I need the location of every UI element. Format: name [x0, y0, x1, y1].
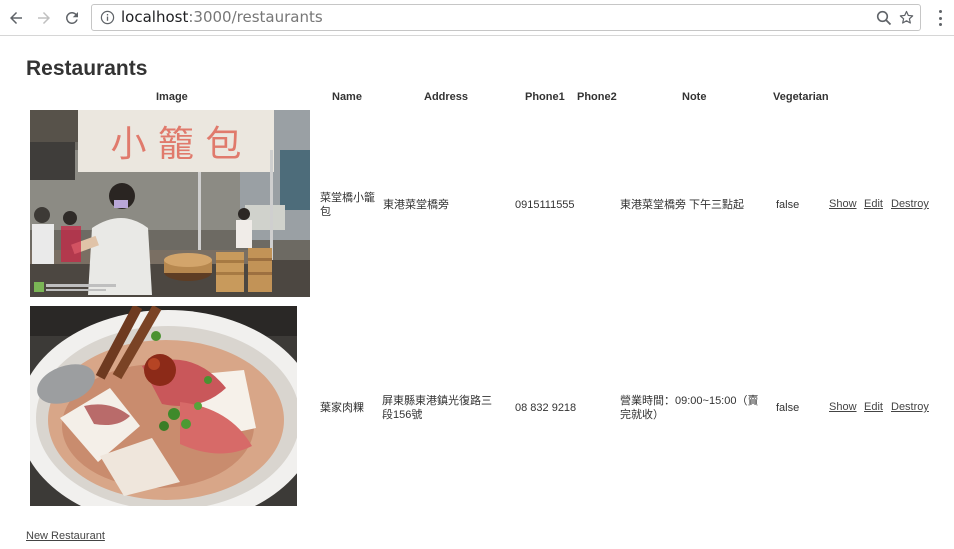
forward-button[interactable] — [33, 7, 55, 29]
row1-edit-link[interactable]: Edit — [864, 198, 883, 210]
row2-destroy-link[interactable]: Destroy — [891, 401, 929, 413]
address-bar[interactable]: localhost:3000/restaurants — [91, 4, 921, 31]
star-icon[interactable] — [898, 9, 915, 26]
row1-address: 東港菜堂橋旁 — [383, 199, 449, 211]
row2-address: 屏東縣東港鎮光復路三段156號 — [382, 395, 492, 421]
row2-name: 葉家肉粿 — [320, 402, 364, 414]
forward-arrow-icon — [38, 12, 50, 24]
browser-toolbar: localhost:3000/restaurants — [0, 0, 954, 36]
row2-edit-link[interactable]: Edit — [864, 401, 883, 413]
row1-phone1: 0915111555 — [515, 199, 575, 211]
header-image: Image — [156, 91, 188, 103]
row1-destroy-link[interactable]: Destroy — [891, 198, 929, 210]
menu-icon[interactable] — [935, 8, 945, 28]
page-title: Restaurants — [26, 57, 148, 80]
restaurant-image: 小 籠 包 — [30, 110, 310, 297]
row1-show-link[interactable]: Show — [829, 198, 857, 210]
row1-note: 東港菜堂橋旁 下午三點起 — [620, 199, 745, 211]
header-phone1: Phone1 — [525, 91, 565, 103]
info-icon[interactable] — [100, 10, 115, 25]
back-button[interactable] — [5, 7, 27, 29]
row1-vegetarian: false — [776, 199, 800, 211]
sign-text: 小 籠 包 — [111, 124, 242, 165]
zoom-icon[interactable] — [876, 10, 892, 26]
reload-button[interactable] — [61, 7, 83, 29]
header-note: Note — [682, 91, 707, 103]
header-phone2: Phone2 — [577, 91, 617, 103]
back-arrow-icon — [10, 12, 22, 24]
restaurant-image — [30, 306, 297, 506]
header-vegetarian: Vegetarian — [773, 91, 829, 103]
header-name: Name — [332, 91, 362, 103]
row1-name: 菜堂橋小籠包 — [320, 192, 375, 218]
url-host: localhost — [121, 8, 189, 26]
reload-icon — [65, 11, 78, 24]
row2-show-link[interactable]: Show — [829, 401, 857, 413]
url-path: :3000/restaurants — [188, 8, 323, 26]
row2-phone1: 08 832 9218 — [515, 402, 577, 414]
new-restaurant-link[interactable]: New Restaurant — [26, 530, 105, 542]
header-address: Address — [424, 91, 469, 103]
row2-note: 營業時間：09:00~15:00（賣完就收） — [620, 395, 759, 421]
url-text[interactable]: localhost:3000/restaurants — [121, 8, 323, 27]
row2-vegetarian: false — [776, 402, 800, 414]
